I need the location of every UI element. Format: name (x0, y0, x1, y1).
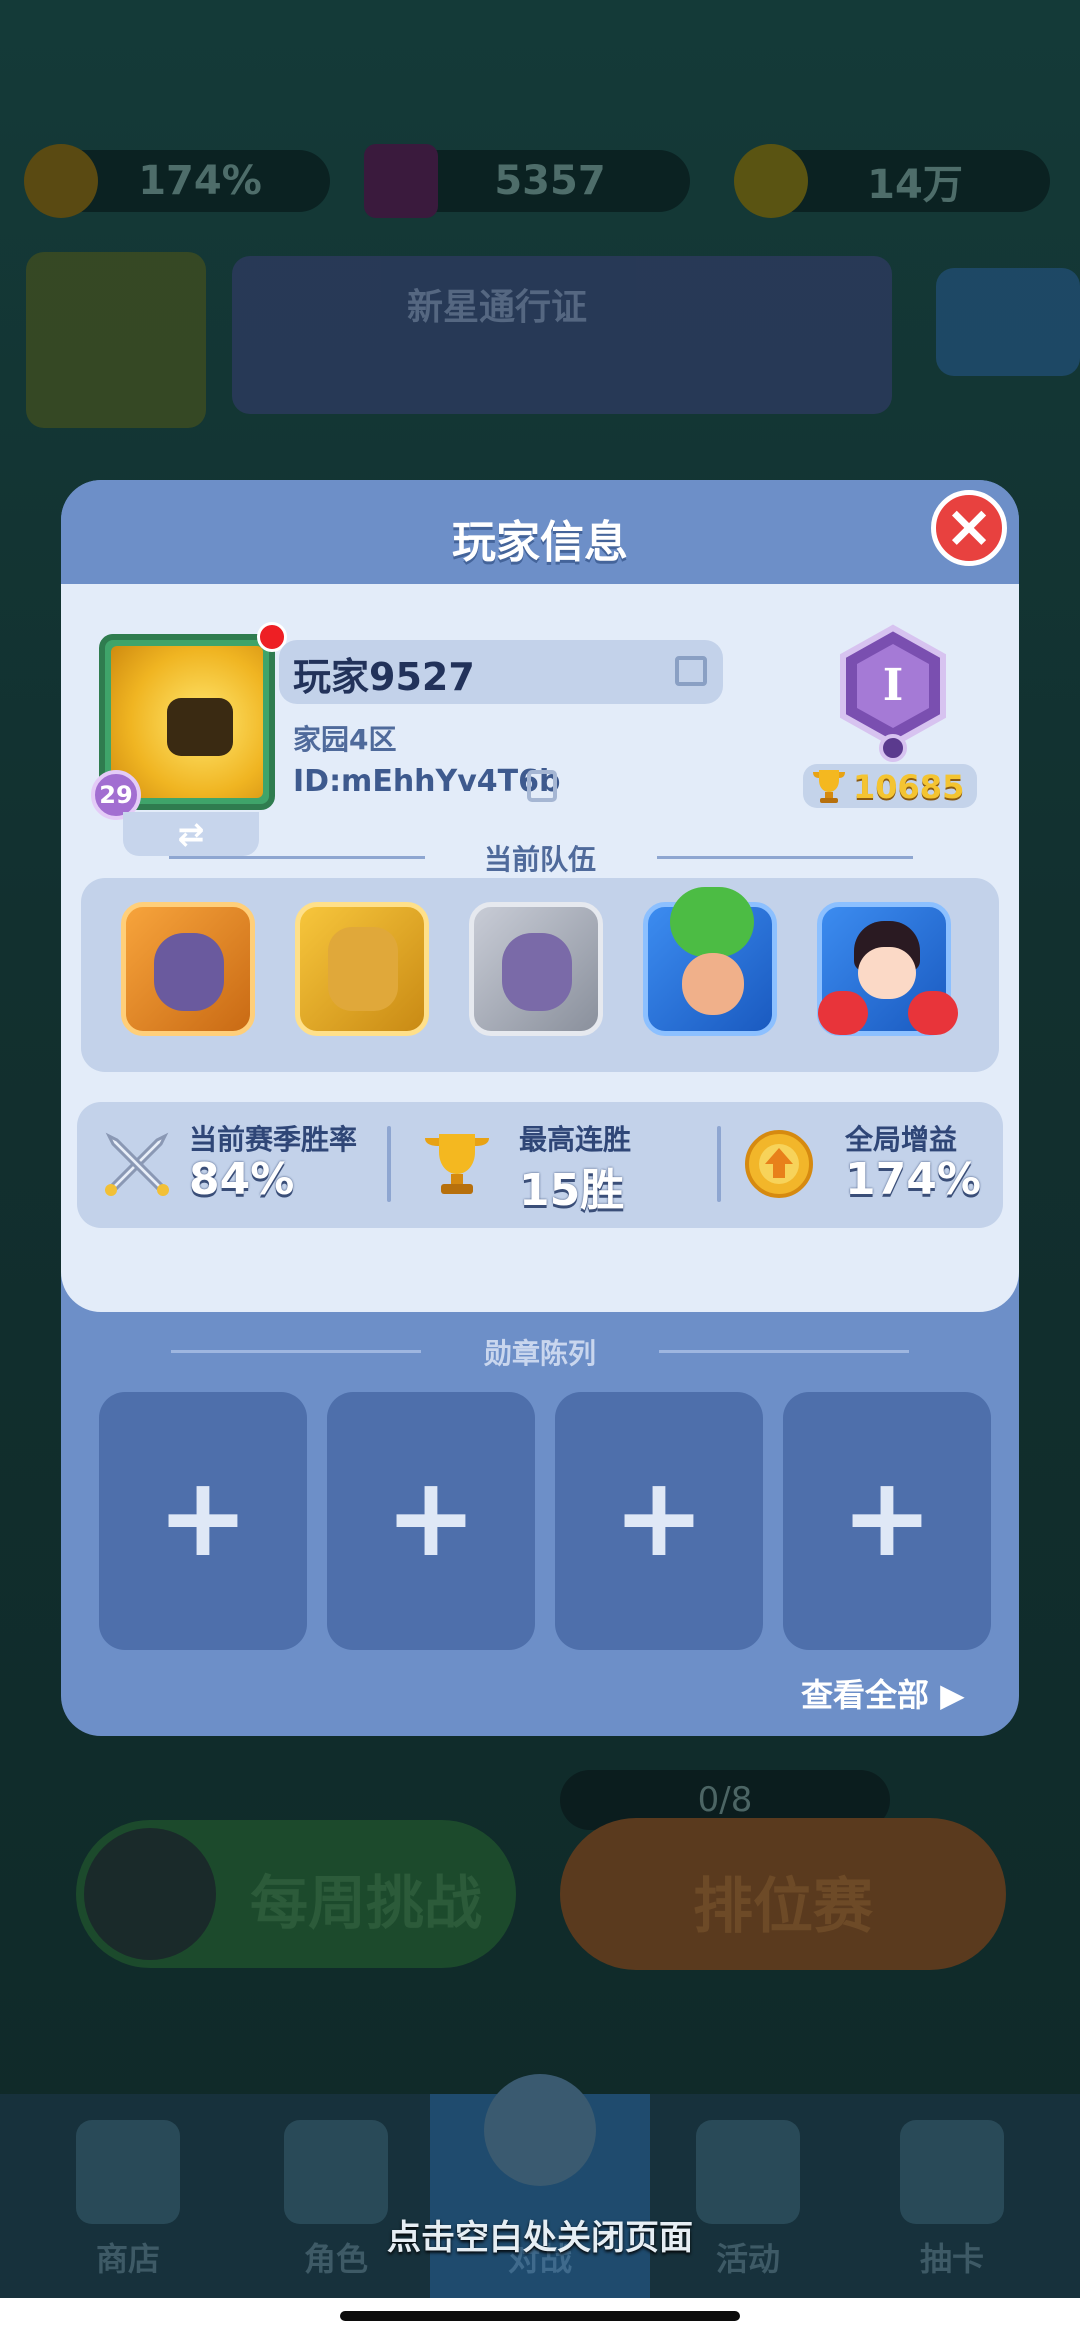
view-all-link[interactable]: 查看全部 ▶ (801, 1670, 965, 1716)
up-arrow-icon (84, 1828, 216, 1960)
hero-purple-elf[interactable] (469, 902, 603, 1036)
nav-battle: 对战 (430, 2074, 650, 2298)
edit-icon[interactable] (675, 656, 707, 686)
close-icon: × (944, 492, 994, 560)
plus-icon: + (156, 1453, 250, 1581)
star-shield-icon (696, 2120, 800, 2224)
team-box (81, 878, 999, 1072)
trophy-count: 10685 (853, 768, 965, 806)
medal-divider-right (659, 1350, 909, 1353)
trophy-icon (425, 1134, 489, 1194)
gain-resource: 174% (24, 144, 330, 218)
win-streak-label: 最高连胜 (519, 1123, 632, 1156)
gems-resource: 5357 (364, 144, 690, 218)
win-rate-label: 当前赛季胜率 (189, 1123, 358, 1156)
rank-badge-icon: I (840, 624, 946, 762)
plus-icon: + (840, 1453, 934, 1581)
medal-slot[interactable]: + (783, 1392, 991, 1650)
medal-slot[interactable]: + (555, 1392, 763, 1650)
team-divider-right (657, 856, 913, 859)
nav-gacha: 抽卡 (852, 2094, 1052, 2298)
shop-icon (76, 2120, 180, 2224)
player-info-panel: 29 ⇄ 玩家9527 家园4区 ID:mEhhYv4T6b I 10685 当… (61, 584, 1019, 1312)
bg-avatar (26, 252, 206, 428)
hero-leaf-warrior[interactable] (643, 887, 777, 1036)
hero-golden-king[interactable] (295, 902, 429, 1036)
ranked-button: 排位赛 (560, 1818, 1006, 1970)
win-streak-value: 15胜 (519, 1165, 625, 1216)
win-rate-value: 84% (189, 1154, 295, 1205)
mystery-box-icon (900, 2120, 1004, 2224)
coins-resource: 14万 (734, 144, 1050, 218)
close-button[interactable]: × (931, 490, 1007, 566)
nav-events: 活动 (648, 2094, 848, 2298)
home-indicator[interactable] (340, 2311, 740, 2321)
plus-icon: + (612, 1453, 706, 1581)
avatar-portrait (111, 646, 263, 798)
player-id: ID:mEhhYv4T6b (293, 764, 561, 799)
game-screen[interactable]: 174% 5357 14万 新星通行证 0/8 每周挑战 排位赛 商店 角色 活… (0, 0, 1080, 2340)
bg-menu-button (936, 268, 1080, 376)
crossed-swords-icon (484, 2074, 596, 2186)
crossed-swords-icon (104, 1132, 170, 1197)
player-name: 玩家9527 (293, 655, 475, 699)
close-hint[interactable]: 点击空白处关闭页面 (0, 2210, 1080, 2259)
plus-icon: + (384, 1453, 478, 1581)
boost-badge-icon (745, 1130, 813, 1198)
trophy-icon (813, 770, 845, 803)
hero-dark-knight[interactable] (121, 902, 255, 1036)
stats-box: 当前赛季胜率 84% 最高连胜 15胜 全局增益 174% (77, 1102, 1003, 1228)
nav-shop: 商店 (28, 2094, 228, 2298)
player-server: 家园4区 (293, 723, 397, 756)
modal-title: 玩家信息 (452, 517, 628, 568)
characters-icon (284, 2120, 388, 2224)
weekly-challenge-button: 每周挑战 (76, 1820, 516, 1968)
play-arrow-icon: ▶ (929, 1676, 965, 1714)
player-info-modal: 玩家信息 × 29 ⇄ 玩家9527 家园4区 ID:mEhhYv4T6b I … (61, 480, 1019, 1736)
copy-icon[interactable] (527, 770, 557, 802)
medal-slot[interactable]: + (327, 1392, 535, 1650)
hero-cheerleader[interactable] (817, 902, 958, 1036)
global-boost-label: 全局增益 (845, 1123, 958, 1156)
global-boost-value: 174% (845, 1154, 981, 1205)
modal-header: 玩家信息 × (61, 480, 1019, 584)
medal-slot[interactable]: + (99, 1392, 307, 1650)
bg-pass-banner: 新星通行证 (232, 256, 892, 414)
nav-characters: 角色 (236, 2094, 436, 2298)
svg-text:I: I (883, 660, 904, 711)
